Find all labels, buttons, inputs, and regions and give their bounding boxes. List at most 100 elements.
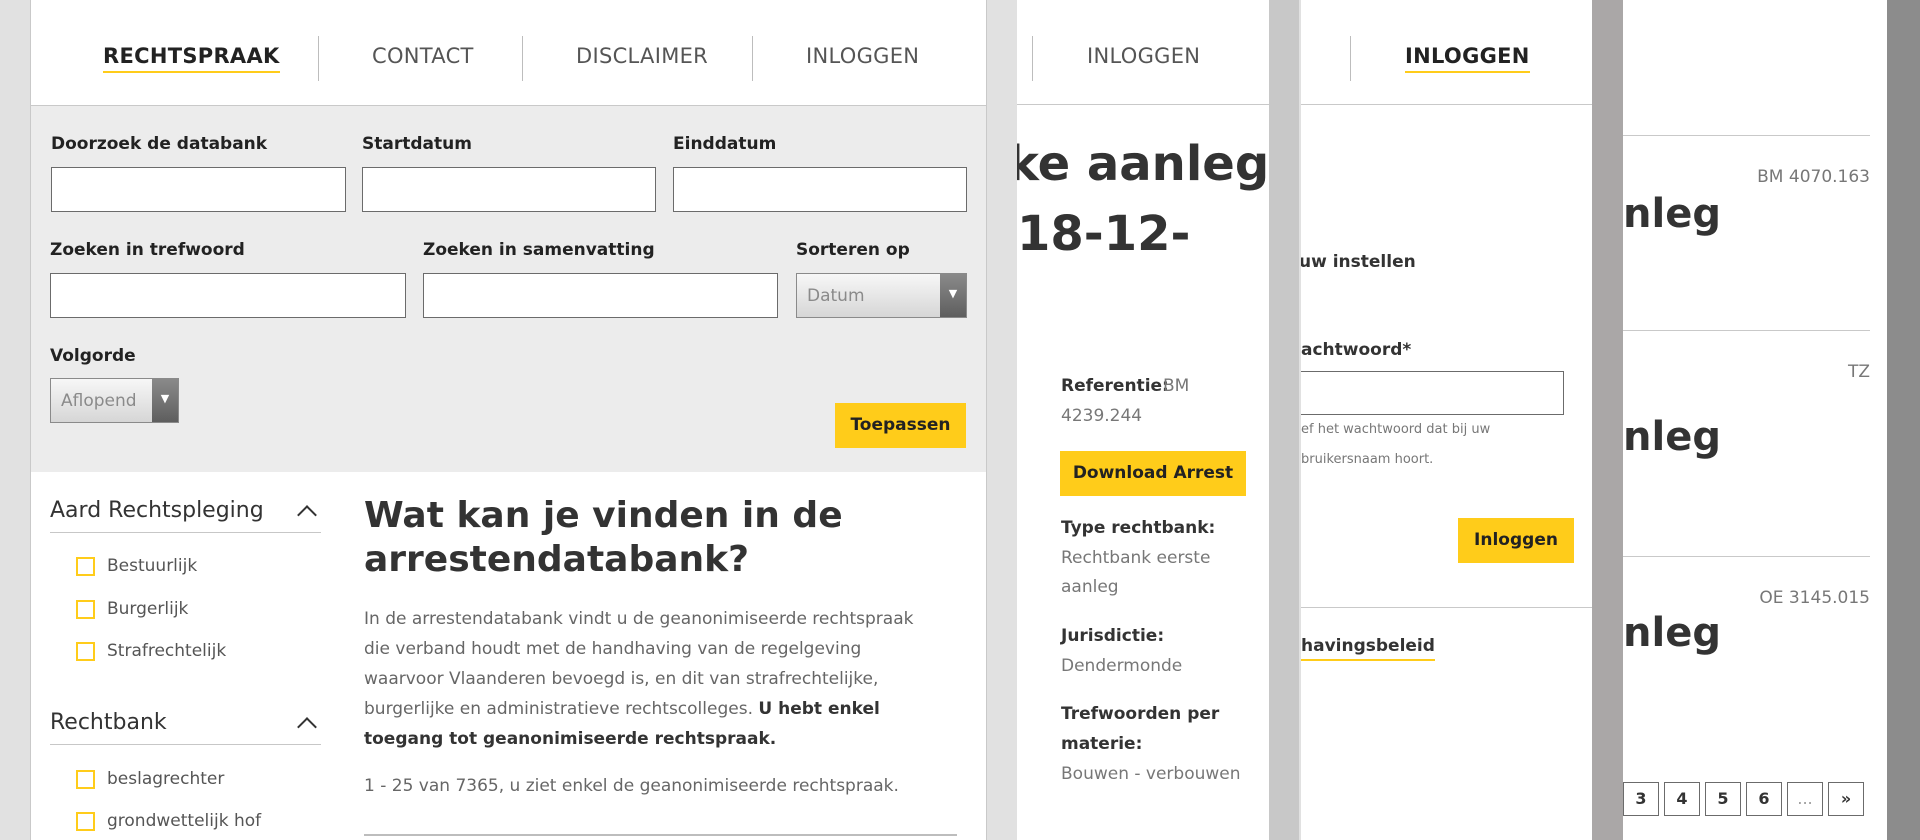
divider (1301, 104, 1592, 105)
password-input[interactable] (1301, 371, 1564, 415)
checkbox-strafrechtelijk[interactable] (76, 642, 95, 661)
order-select-value: Aflopend (61, 391, 137, 411)
page-margin (0, 0, 30, 840)
nav-separator (318, 36, 319, 81)
result-title[interactable]: nleg (1623, 610, 1721, 656)
checkbox-label: Burgerlijk (107, 599, 189, 619)
divider (50, 532, 321, 533)
keyword-label: Zoeken in trefwoord (50, 240, 245, 260)
top-navigation: RECHTSPRAAK CONTACT DISCLAIMER INLOGGEN (31, 0, 986, 106)
download-arrest-button[interactable]: Download Arrest (1060, 451, 1246, 496)
ref-value: BM (1163, 376, 1190, 396)
sort-select[interactable]: Datum ▼ (796, 273, 967, 318)
jurisdiction-value: Dendermonde (1061, 656, 1183, 676)
panel-gap (987, 0, 1017, 840)
court-type-label: Type rechtbank: (1061, 518, 1216, 538)
jurisdiction-label: Jurisdictie: (1061, 626, 1165, 646)
password-help: ef het wachtwoord dat bij uw (1301, 422, 1491, 437)
search-label: Doorzoek de databank (51, 134, 268, 154)
checkbox-bestuurlijk[interactable] (76, 557, 95, 576)
search-input[interactable] (51, 167, 346, 212)
detail-panel: INLOGGEN ke aanleg 18-12- Referentie: BM… (1017, 0, 1269, 840)
filter-form: Doorzoek de databank Startdatum Einddatu… (31, 106, 986, 472)
policy-link[interactable]: havingsbeleid (1301, 636, 1435, 661)
divider (1017, 104, 1269, 105)
page-button-6[interactable]: 6 (1746, 782, 1782, 816)
result-count: 1 - 25 van 7365, u ziet enkel de geanoni… (364, 776, 899, 796)
checkbox-label: grondwettelijk hof (107, 811, 262, 831)
nav-rechtspraak[interactable]: RECHTSPRAAK (103, 44, 280, 73)
keyword-input[interactable] (50, 273, 406, 318)
panel-gap (1592, 0, 1623, 840)
password-label: achtwoord* (1301, 340, 1412, 360)
checkbox-label: Strafrechtelijk (107, 641, 227, 661)
page-button-5[interactable]: 5 (1705, 782, 1741, 816)
ref-value-cont: 4239.244 (1061, 406, 1143, 426)
end-date-label: Einddatum (673, 134, 777, 154)
apply-button[interactable]: Toepassen (835, 403, 966, 448)
divider (1623, 330, 1870, 331)
nav-separator (522, 36, 523, 81)
divider (364, 834, 957, 836)
summary-label: Zoeken in samenvatting (423, 240, 655, 260)
nav-contact[interactable]: CONTACT (372, 44, 474, 68)
end-date-input[interactable] (673, 167, 967, 212)
page-margin-right (1887, 0, 1920, 840)
page-heading: Wat kan je vinden in de arrestendatabank… (364, 495, 843, 580)
keywords-label-cont: materie: (1061, 734, 1143, 754)
start-date-input[interactable] (362, 167, 656, 212)
keywords-value: Bouwen - verbouwen (1061, 764, 1241, 784)
result-title[interactable]: nleg (1623, 414, 1721, 460)
result-ref: OE 3145.015 (1759, 588, 1870, 608)
page-button-4[interactable]: 4 (1664, 782, 1700, 816)
checkbox-label: beslagrechter (107, 769, 225, 789)
nav-separator (1350, 36, 1351, 81)
page-ellipsis: ... (1787, 782, 1823, 816)
login-button[interactable]: Inloggen (1458, 518, 1574, 563)
caret-down-icon: ▼ (940, 274, 966, 317)
page-button-3[interactable]: 3 (1623, 782, 1659, 816)
login-panel: INLOGGEN uw instellen achtwoord* ef het … (1301, 0, 1592, 840)
summary-input[interactable] (423, 273, 778, 318)
chevron-up-icon[interactable] (297, 505, 317, 525)
order-select[interactable]: Aflopend ▼ (50, 378, 179, 423)
search-panel: RECHTSPRAAK CONTACT DISCLAIMER INLOGGEN … (30, 0, 987, 840)
results-panel: BM 4070.163 nleg TZ nleg OE 3145.015 nle… (1623, 0, 1887, 840)
settings-text: uw instellen (1301, 252, 1416, 272)
ref-label: Referentie: (1061, 376, 1169, 396)
next-page-icon[interactable]: » (1828, 782, 1864, 816)
nav-inloggen-active[interactable]: INLOGGEN (1405, 44, 1530, 73)
checkbox-burgerlijk[interactable] (76, 600, 95, 619)
divider (1301, 607, 1592, 608)
checkbox-grondwettelijk-hof[interactable] (76, 812, 95, 831)
caret-down-icon: ▼ (152, 379, 178, 422)
checkbox-beslagrechter[interactable] (76, 770, 95, 789)
court-type-value: Rechtbank eerste (1061, 548, 1211, 568)
divider (1623, 135, 1870, 136)
order-label: Volgorde (50, 346, 136, 366)
keywords-label: Trefwoorden per (1061, 704, 1220, 724)
password-help-cont: bruikersnaam hoort. (1301, 452, 1434, 467)
divider (1623, 556, 1870, 557)
start-date-label: Startdatum (362, 134, 472, 154)
result-title[interactable]: nleg (1623, 191, 1721, 237)
nav-inloggen[interactable]: INLOGGEN (806, 44, 919, 68)
nav-separator (1032, 36, 1033, 81)
intro-paragraph: In de arrestendatabank vindt u de geanon… (364, 604, 944, 754)
nav-disclaimer[interactable]: DISCLAIMER (576, 44, 708, 68)
sort-select-value: Datum (807, 286, 865, 306)
nav-separator (752, 36, 753, 81)
court-type-value-cont: aanleg (1061, 577, 1119, 597)
checkbox-label: Bestuurlijk (107, 556, 198, 576)
panel-gap (1269, 0, 1299, 840)
sort-label: Sorteren op (796, 240, 910, 260)
case-date: 18-12- (1017, 206, 1191, 262)
result-ref: TZ (1847, 362, 1870, 382)
result-ref: BM 4070.163 (1757, 167, 1870, 187)
case-title: ke aanleg (1017, 136, 1269, 192)
divider (50, 744, 321, 745)
nav-inloggen[interactable]: INLOGGEN (1087, 44, 1200, 68)
facet-title-aard[interactable]: Aard Rechtspleging (50, 498, 264, 523)
facet-title-rechtbank[interactable]: Rechtbank (50, 710, 167, 735)
chevron-up-icon[interactable] (297, 717, 317, 737)
